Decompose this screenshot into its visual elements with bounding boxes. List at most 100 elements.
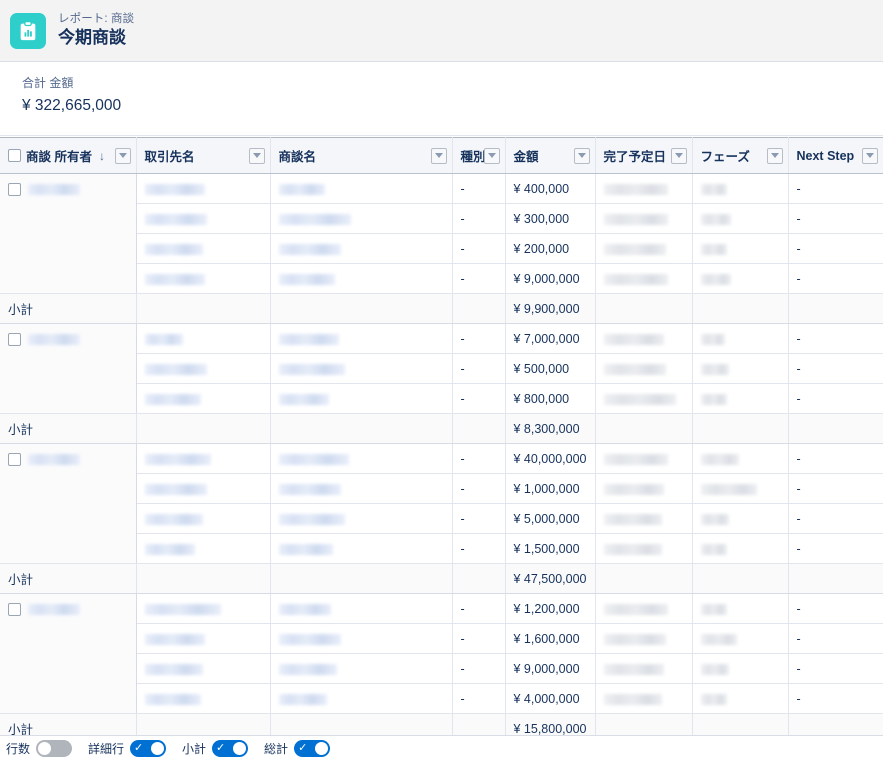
redacted-opportunity-name <box>279 694 327 705</box>
column-menu-chevron-down-icon[interactable] <box>484 148 500 164</box>
redacted-opportunity-name <box>279 604 331 615</box>
redacted-opportunity-name <box>279 634 341 645</box>
column-header-1[interactable]: 商談 所有者↓ <box>0 138 136 174</box>
account-name-cell[interactable] <box>136 534 270 564</box>
group-owner-cell[interactable] <box>0 174 136 294</box>
redacted-close-date <box>604 184 668 195</box>
account-name-cell[interactable] <box>136 444 270 474</box>
opportunity-name-cell[interactable] <box>270 354 452 384</box>
column-menu-chevron-down-icon[interactable] <box>767 148 783 164</box>
group-owner-cell[interactable] <box>0 594 136 714</box>
toggle-switch[interactable]: ✓ <box>212 740 248 757</box>
account-name-cell[interactable] <box>136 384 270 414</box>
group-owner-cell[interactable] <box>0 324 136 414</box>
account-name-cell[interactable] <box>136 504 270 534</box>
subtotal-blank-nextstep <box>788 564 883 594</box>
toggle-switch[interactable]: ✓ <box>294 740 330 757</box>
column-header-5[interactable]: 金額 <box>505 138 595 174</box>
redacted-phase <box>701 274 731 285</box>
redacted-phase <box>701 214 731 225</box>
type-cell: - <box>452 324 505 354</box>
next-step-cell: - <box>788 534 883 564</box>
account-name-cell[interactable] <box>136 624 270 654</box>
opportunity-name-cell[interactable] <box>270 204 452 234</box>
column-menu-chevron-down-icon[interactable] <box>431 148 447 164</box>
toggle-group-2: 詳細行 ✓ <box>88 740 166 757</box>
type-cell: - <box>452 444 505 474</box>
opportunity-name-cell[interactable] <box>270 264 452 294</box>
subtotal-blank-type <box>452 294 505 324</box>
row-select-checkbox[interactable] <box>8 453 21 466</box>
table-row[interactable]: -¥ 400,000- <box>0 174 883 204</box>
close-date-cell <box>595 354 692 384</box>
redacted-phase <box>701 334 725 345</box>
toggle-knob <box>233 742 246 755</box>
column-header-3[interactable]: 商談名 <box>270 138 452 174</box>
account-name-cell[interactable] <box>136 354 270 384</box>
type-cell: - <box>452 624 505 654</box>
opportunity-name-cell[interactable] <box>270 474 452 504</box>
column-header-7[interactable]: フェーズ <box>692 138 788 174</box>
next-step-cell: - <box>788 204 883 234</box>
opportunity-name-cell[interactable] <box>270 684 452 714</box>
column-menu-chevron-down-icon[interactable] <box>671 148 687 164</box>
opportunity-name-cell[interactable] <box>270 324 452 354</box>
table-row[interactable]: -¥ 1,200,000- <box>0 594 883 624</box>
account-name-cell[interactable] <box>136 594 270 624</box>
row-select-checkbox[interactable] <box>8 183 21 196</box>
opportunity-name-cell[interactable] <box>270 504 452 534</box>
redacted-close-date <box>604 664 664 675</box>
account-name-cell[interactable] <box>136 324 270 354</box>
select-all-checkbox[interactable] <box>8 149 21 162</box>
opportunity-name-cell[interactable] <box>270 594 452 624</box>
next-step-cell: - <box>788 444 883 474</box>
column-header-2[interactable]: 取引先名 <box>136 138 270 174</box>
column-header-8[interactable]: Next Step <box>788 138 883 174</box>
column-header-4[interactable]: 種別 <box>452 138 505 174</box>
subtotal-label: 小計 <box>0 294 136 324</box>
account-name-cell[interactable] <box>136 684 270 714</box>
opportunity-name-cell[interactable] <box>270 384 452 414</box>
opportunity-name-cell[interactable] <box>270 444 452 474</box>
account-name-cell[interactable] <box>136 174 270 204</box>
amount-cell: ¥ 9,000,000 <box>505 654 595 684</box>
report-table-container[interactable]: 商談 所有者↓取引先名商談名種別金額完了予定日フェーズNext Step -¥ … <box>0 137 883 761</box>
redacted-phase <box>701 664 729 675</box>
amount-cell: ¥ 1,500,000 <box>505 534 595 564</box>
column-header-6[interactable]: 完了予定日 <box>595 138 692 174</box>
opportunity-name-cell[interactable] <box>270 174 452 204</box>
check-icon: ✓ <box>298 741 307 756</box>
table-row[interactable]: -¥ 7,000,000- <box>0 324 883 354</box>
toggle-label: 詳細行 <box>88 740 124 757</box>
column-menu-chevron-down-icon[interactable] <box>574 148 590 164</box>
account-name-cell[interactable] <box>136 474 270 504</box>
subtotal-amount: ¥ 8,300,000 <box>505 414 595 444</box>
redacted-close-date <box>604 334 664 345</box>
redacted-close-date <box>604 214 668 225</box>
toggle-switch[interactable] <box>36 740 72 757</box>
account-name-cell[interactable] <box>136 234 270 264</box>
redacted-close-date <box>604 394 676 405</box>
toggle-switch[interactable]: ✓ <box>130 740 166 757</box>
subtotal-amount: ¥ 47,500,000 <box>505 564 595 594</box>
row-select-checkbox[interactable] <box>8 603 21 616</box>
column-header-label: 取引先名 <box>145 146 195 165</box>
row-select-checkbox[interactable] <box>8 333 21 346</box>
phase-cell <box>692 324 788 354</box>
account-name-cell[interactable] <box>136 654 270 684</box>
redacted-close-date <box>604 694 662 705</box>
subtotal-blank-account <box>136 294 270 324</box>
opportunity-name-cell[interactable] <box>270 654 452 684</box>
group-owner-cell[interactable] <box>0 444 136 564</box>
account-name-cell[interactable] <box>136 264 270 294</box>
column-menu-chevron-down-icon[interactable] <box>249 148 265 164</box>
account-name-cell[interactable] <box>136 204 270 234</box>
redacted-opportunity-name <box>279 334 339 345</box>
opportunity-name-cell[interactable] <box>270 624 452 654</box>
opportunity-name-cell[interactable] <box>270 234 452 264</box>
phase-cell <box>692 354 788 384</box>
table-row[interactable]: -¥ 40,000,000- <box>0 444 883 474</box>
column-menu-chevron-down-icon[interactable] <box>862 148 878 164</box>
opportunity-name-cell[interactable] <box>270 534 452 564</box>
column-menu-chevron-down-icon[interactable] <box>115 148 131 164</box>
